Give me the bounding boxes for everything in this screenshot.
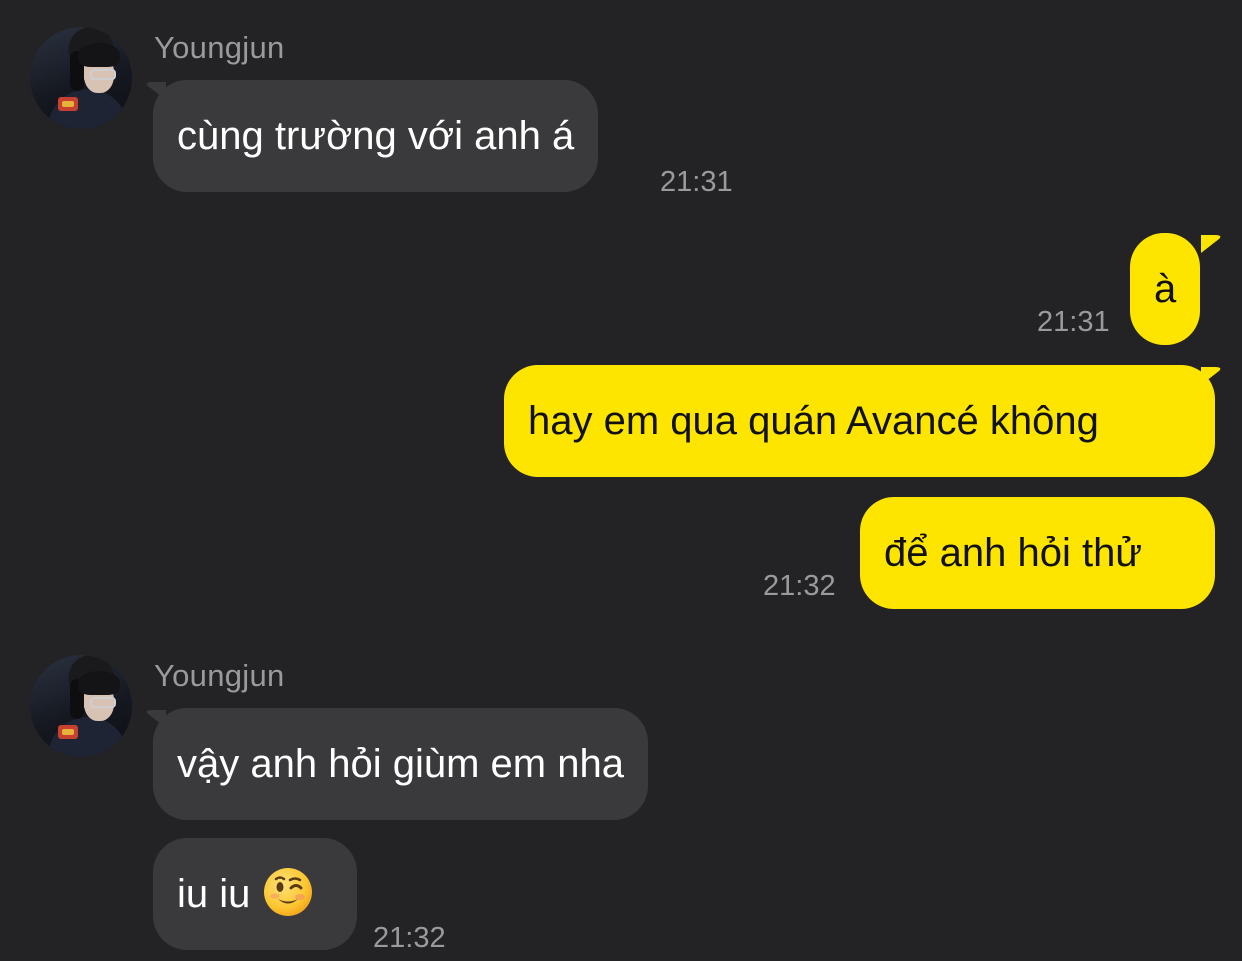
bubble-tail	[1201, 235, 1221, 253]
message-bubble[interactable]: hay em qua quán Avancé không	[504, 365, 1215, 477]
message-time: 21:31	[1037, 306, 1110, 338]
sender-name: Youngjun	[154, 30, 285, 65]
sender-name: Youngjun	[154, 658, 285, 693]
chat-thread: Youngjun cùng trường với anh á 21:31 à 2…	[0, 0, 1242, 961]
message-bubble[interactable]: để anh hỏi thử	[860, 497, 1215, 609]
message-bubble[interactable]: cùng trường với anh á	[153, 80, 599, 192]
message-text: iu iu	[177, 872, 251, 916]
sender-avatar[interactable]	[30, 27, 132, 129]
message-bubble[interactable]: à	[1130, 233, 1201, 345]
sender-avatar[interactable]	[30, 655, 132, 757]
message-time: 21:32	[763, 570, 836, 602]
message-bubble[interactable]: iu iu	[153, 838, 357, 950]
message-bubble[interactable]: vậy anh hỏi giùm em nha	[153, 708, 648, 820]
winking-face-emoji	[263, 868, 312, 917]
message-time: 21:32	[373, 922, 446, 954]
message-time: 21:31	[660, 166, 733, 198]
